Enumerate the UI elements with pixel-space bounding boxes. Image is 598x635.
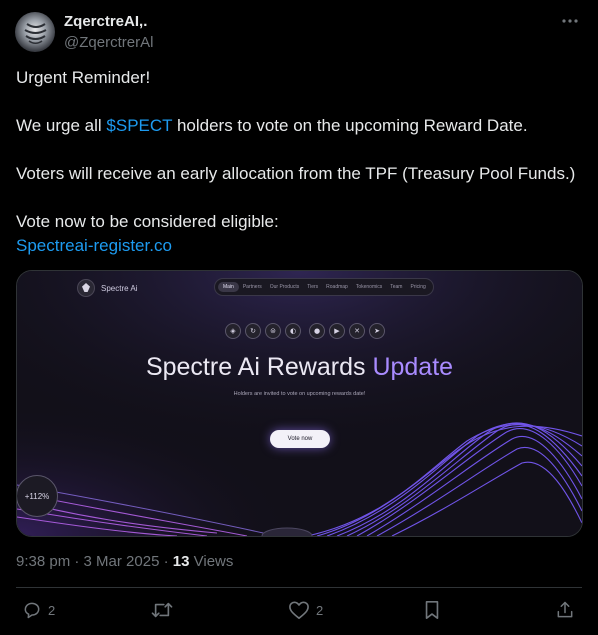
retweet-button[interactable] [151, 600, 173, 620]
tweet-line-urge-post: holders to vote on the upcoming Reward D… [172, 116, 528, 135]
spectre-logo-icon [77, 279, 95, 297]
media-background [17, 271, 582, 536]
like-count: 2 [316, 602, 324, 618]
cashtag-link[interactable]: $SPECT [106, 116, 172, 135]
meta-dot: · [74, 553, 84, 570]
media-percent-badge: +112% [17, 475, 58, 517]
tweet-media-image[interactable]: Spectre Ai Main Partners Our Products Ti… [16, 270, 583, 537]
tweet-date[interactable]: 3 Mar 2025 [84, 553, 160, 570]
media-nav-item: Tiers [307, 284, 319, 290]
youtube-icon: ▶ [329, 323, 345, 339]
media-brand: Spectre Ai [77, 279, 137, 297]
divider [16, 587, 582, 588]
more-options-icon[interactable] [561, 12, 579, 30]
tweet-time[interactable]: 9:38 pm [16, 553, 70, 570]
media-nav-item: Pricing [410, 284, 426, 290]
media-nav-item: Main [218, 282, 239, 292]
share-button[interactable] [555, 600, 575, 620]
media-headline-accent: Update [372, 353, 454, 381]
medium-icon: ● [309, 323, 325, 339]
media-nav-item: Tokenomics [355, 284, 383, 290]
bot-icon: ◈ [225, 323, 241, 339]
media-nav-item: Our Products [269, 284, 300, 290]
media-vote-button: Vote now [270, 430, 330, 448]
tweet-line-urge: We urge all $SPECT holders to vote on th… [16, 114, 582, 138]
reply-button[interactable]: 2 [22, 600, 55, 620]
like-button[interactable]: 2 [288, 600, 323, 620]
media-subline: Holders are invited to vote on upcoming … [233, 391, 366, 397]
tweet-line-reminder: Urgent Reminder! [16, 68, 151, 87]
refresh-icon: ↻ [245, 323, 261, 339]
tweet-line-vote-now: Vote now to be considered eligible: [16, 212, 279, 231]
share-icon [557, 601, 573, 618]
media-nav-bar: Main Partners Our Products Tiers Roadmap… [214, 278, 434, 296]
media-nav-item: Partners [242, 284, 262, 290]
avatar[interactable] [15, 12, 55, 52]
tweet-line-urge-pre: We urge all [16, 116, 107, 135]
bookmark-button[interactable] [423, 600, 441, 620]
author-display-name[interactable]: ZqerctreAI,. [64, 13, 147, 30]
media-headline-main: Spectre Ai Rewards [145, 353, 373, 381]
views-label: Views [193, 553, 234, 570]
telegram-icon: ➤ [369, 323, 385, 339]
tweet-text: Urgent Reminder! We urge all $SPECT hold… [16, 66, 582, 258]
retweet-icon [151, 602, 173, 618]
media-nav-item: Roadmap [326, 284, 348, 290]
media-social-icons-right: ● ▶ ✕ ➤ [309, 323, 385, 339]
heart-icon [289, 601, 309, 619]
media-social-icons-left: ◈ ↻ ⊜ ◐ [225, 323, 301, 339]
x-icon: ✕ [349, 323, 365, 339]
views-count: 13 [172, 553, 190, 570]
avatar-logo-icon [24, 23, 47, 45]
author-handle[interactable]: @ZqerctrerAl [64, 34, 153, 51]
media-brand-name: Spectre Ai [101, 283, 138, 293]
reply-icon [24, 602, 40, 619]
media-nav-item: Team [390, 284, 403, 290]
meta-dot: · [163, 553, 173, 570]
tweet-url-link[interactable]: Spectreai-register.co [16, 236, 172, 255]
web-icon: ⊜ [265, 323, 281, 339]
tweet-meta: 9:38 pm · 3 Mar 2025 · 13 Views [16, 553, 233, 570]
tweet-line-voters: Voters will receive an early allocation … [16, 164, 576, 183]
media-headline: Spectre Ai Rewards Update [17, 353, 582, 382]
reply-count: 2 [48, 602, 56, 618]
chart-icon: ◐ [285, 323, 301, 339]
bookmark-icon [425, 601, 439, 619]
